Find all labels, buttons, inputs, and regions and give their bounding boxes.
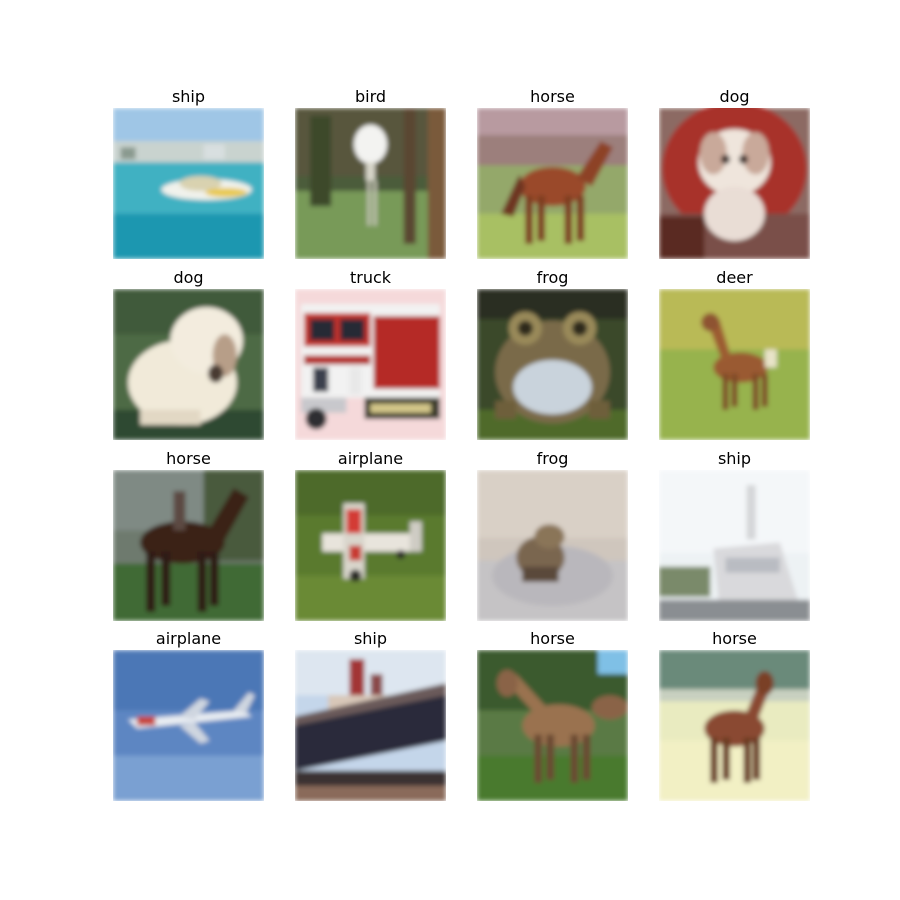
image-tile: ship <box>113 86 264 259</box>
image-label: frog <box>536 449 569 468</box>
image-thumbnail <box>295 650 446 801</box>
image-tile: horse <box>477 628 628 801</box>
image-label: truck <box>349 268 392 287</box>
image-thumbnail <box>113 470 264 621</box>
image-label: ship <box>353 629 388 648</box>
image-tile: horse <box>659 628 810 801</box>
image-tile: airplane <box>295 448 446 621</box>
image-label: horse <box>530 87 575 106</box>
image-tile: dog <box>659 86 810 259</box>
image-tile: ship <box>659 448 810 621</box>
image-thumbnail <box>659 650 810 801</box>
image-thumbnail <box>113 650 264 801</box>
image-tile: frog <box>477 267 628 440</box>
image-thumbnail <box>659 470 810 621</box>
image-label: airplane <box>337 449 404 468</box>
image-thumbnail <box>295 289 446 440</box>
image-label: horse <box>530 629 575 648</box>
image-label: ship <box>717 449 752 468</box>
image-label: ship <box>171 87 206 106</box>
image-tile: airplane <box>113 628 264 801</box>
image-thumbnail <box>477 289 628 440</box>
image-thumbnail <box>295 470 446 621</box>
image-thumbnail <box>477 108 628 259</box>
image-label: bird <box>354 87 387 106</box>
image-label: dog <box>719 87 750 106</box>
image-tile: deer <box>659 267 810 440</box>
image-tile: dog <box>113 267 264 440</box>
image-tile: bird <box>295 86 446 259</box>
image-tile: frog <box>477 448 628 621</box>
image-label: frog <box>536 268 569 287</box>
image-label: horse <box>712 629 757 648</box>
image-tile: ship <box>295 628 446 801</box>
image-label: airplane <box>155 629 222 648</box>
image-thumbnail <box>659 108 810 259</box>
image-thumbnail <box>113 108 264 259</box>
image-tile: horse <box>477 86 628 259</box>
image-thumbnail <box>659 289 810 440</box>
image-label: deer <box>716 268 753 287</box>
image-grid: ship bird horse dog dog truck frog deer … <box>0 0 900 900</box>
image-thumbnail <box>295 108 446 259</box>
image-tile: truck <box>295 267 446 440</box>
image-label: dog <box>173 268 204 287</box>
image-thumbnail <box>477 470 628 621</box>
image-thumbnail <box>113 289 264 440</box>
image-label: horse <box>166 449 211 468</box>
image-thumbnail <box>477 650 628 801</box>
image-tile: horse <box>113 448 264 621</box>
